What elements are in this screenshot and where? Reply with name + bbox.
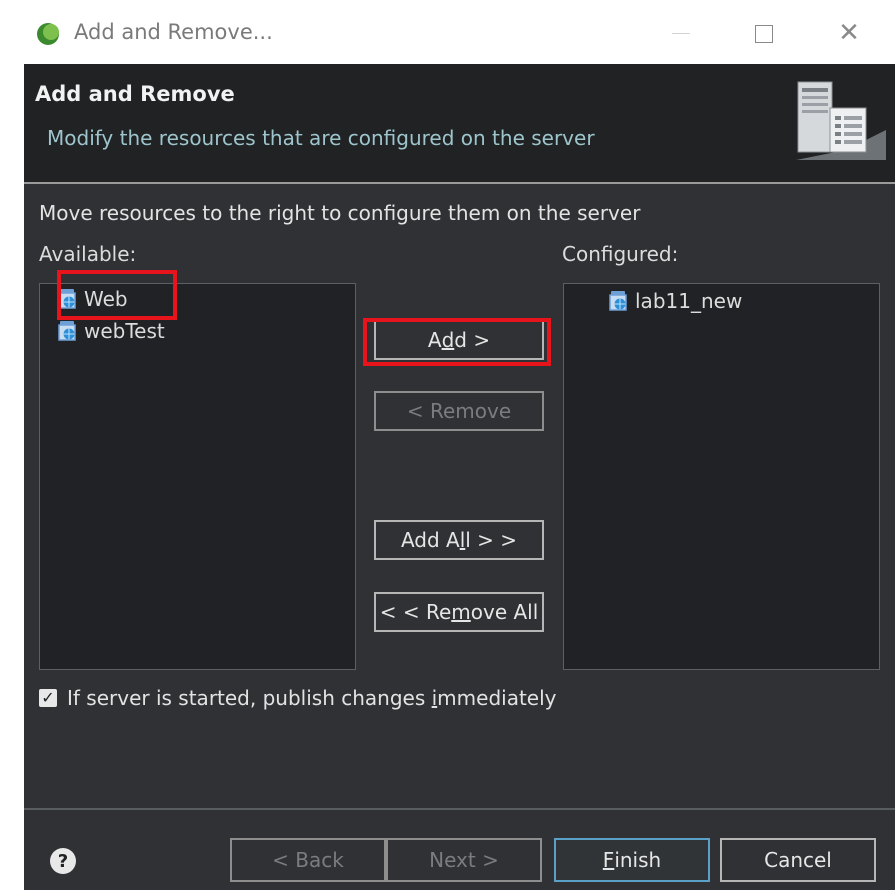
header-title: Add and Remove (35, 82, 235, 106)
remove-all-label-rest: ove All (470, 600, 539, 624)
list-item-webtest[interactable]: webTest (57, 317, 165, 345)
list-item-lab11-new[interactable]: lab11_new (608, 287, 742, 315)
server-banner-icon (796, 81, 886, 160)
dialog-header: Add and Remove Modify the resources that… (24, 64, 895, 182)
finish-mnemonic: F (602, 848, 615, 872)
cancel-button[interactable]: Cancel (720, 838, 876, 882)
window-title: Add and Remove... (74, 20, 273, 44)
publish-label-pre: If server is started, publish changes (67, 686, 432, 710)
configured-label: Configured: (562, 242, 679, 266)
publish-checkbox-row[interactable]: ✓ If server is started, publish changes … (39, 686, 557, 710)
back-button[interactable]: < Back (230, 838, 386, 882)
header-separator (24, 182, 895, 184)
highlight-web-box (57, 270, 177, 320)
highlight-add-box (363, 318, 551, 366)
dialog-footer: ? < Back Next > Finish Cancel (24, 808, 895, 890)
next-button[interactable]: Next > (386, 838, 542, 882)
eclipse-app-icon (37, 23, 59, 45)
finish-button[interactable]: Finish (554, 838, 710, 882)
close-icon: ✕ (838, 18, 860, 48)
minimize-button[interactable] (658, 14, 704, 54)
remove-all-mnemonic: m (451, 600, 471, 624)
list-item-label: lab11_new (635, 289, 743, 313)
dialog-body: Add and Remove Modify the resources that… (24, 64, 895, 890)
help-icon[interactable]: ? (50, 848, 76, 874)
add-all-label-rest: l > > (465, 528, 518, 552)
web-project-icon (609, 291, 627, 311)
web-project-icon (58, 321, 76, 341)
configured-list[interactable]: lab11_new (563, 283, 880, 670)
list-item-label: webTest (84, 319, 165, 343)
publish-checkbox-label: If server is started, publish changes im… (67, 686, 557, 710)
publish-checkbox[interactable]: ✓ (39, 689, 57, 707)
remove-all-label: < < Re (379, 600, 452, 624)
remove-all-button[interactable]: < < Re m ove All (374, 592, 544, 632)
available-label: Available: (39, 242, 137, 266)
publish-label-post: mmediately (437, 686, 557, 710)
header-description: Modify the resources that are configured… (47, 126, 595, 150)
add-all-button[interactable]: Add All > > (374, 520, 544, 560)
close-button[interactable]: ✕ (826, 14, 872, 54)
add-all-label: Add A (400, 528, 460, 552)
instructions-text: Move resources to the right to configure… (39, 201, 641, 225)
finish-label: inish (614, 848, 662, 872)
remove-button[interactable]: < Remove (374, 391, 544, 431)
window-titlebar: Add and Remove... ✕ (0, 0, 895, 64)
maximize-button[interactable] (742, 14, 788, 54)
